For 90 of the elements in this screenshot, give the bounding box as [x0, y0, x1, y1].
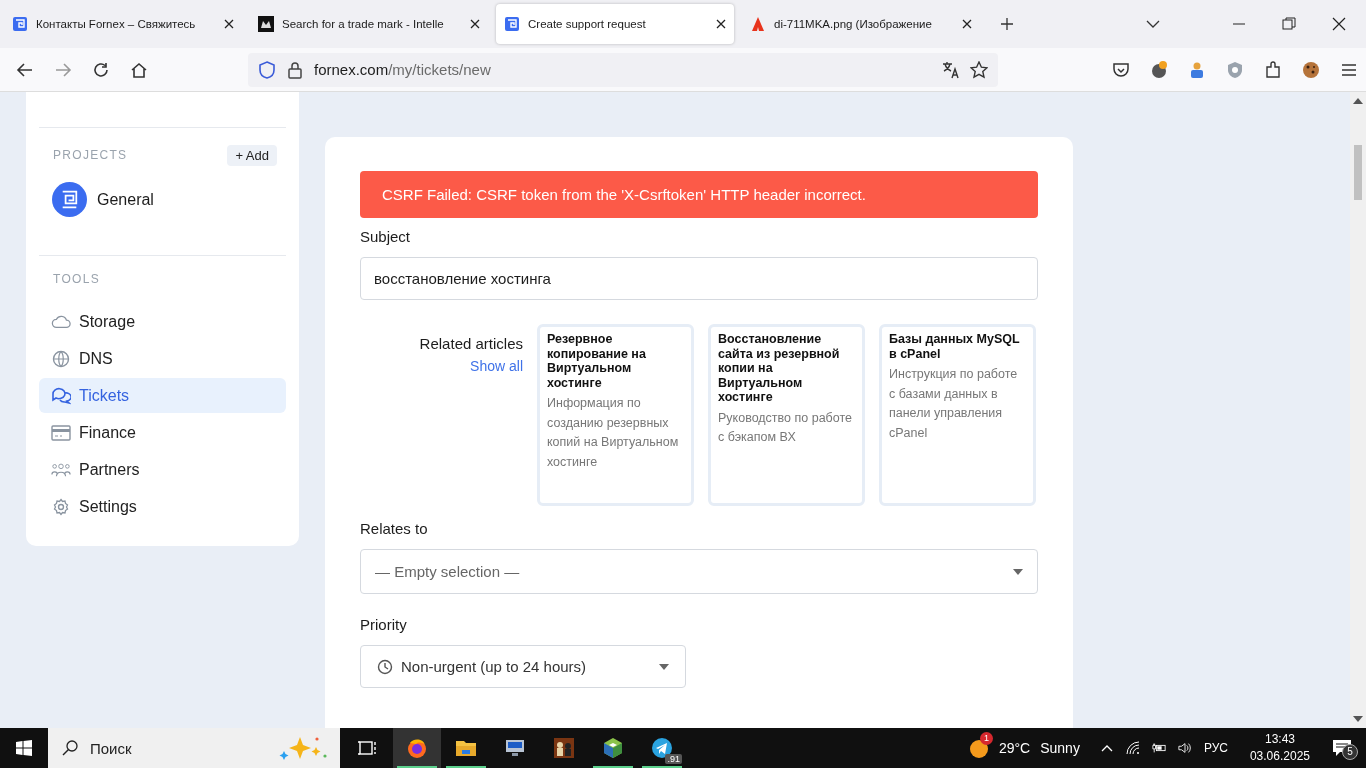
- new-tab-icon[interactable]: [1000, 17, 1014, 31]
- article-title: Базы данных MySQL в cPanel: [889, 332, 1021, 361]
- field-label: Subject: [360, 228, 412, 245]
- globe-icon: [51, 349, 71, 368]
- account-icon[interactable]: [1150, 60, 1168, 79]
- chess-pieces-icon: [553, 737, 575, 759]
- related-label: Related articles: [419, 335, 523, 352]
- scroll-up-icon[interactable]: [1353, 98, 1363, 104]
- browser-tab[interactable]: Create support request: [496, 4, 734, 44]
- article-title: Резервное копирование на Виртуальном хостинге: [547, 332, 647, 390]
- section-title: TOOLS: [52, 271, 101, 288]
- project-logo-icon: [52, 182, 87, 217]
- notification-badge: 1: [979, 732, 993, 745]
- credit-card-icon: [51, 423, 71, 442]
- document-icon: [750, 16, 766, 32]
- pocket-icon[interactable]: [1112, 60, 1130, 79]
- settings-icon: [51, 497, 71, 516]
- restore-icon[interactable]: [1282, 17, 1296, 31]
- home-icon[interactable]: [130, 60, 148, 79]
- monitor-icon: [504, 737, 526, 759]
- crest-icon: [258, 16, 274, 32]
- reload-icon[interactable]: [92, 60, 110, 79]
- sidebar-item[interactable]: Finance: [39, 415, 286, 450]
- taskbar-app[interactable]: [393, 728, 441, 768]
- back-arrow-icon[interactable]: [16, 60, 34, 79]
- browser-tab[interactable]: Search for a trade mark - Intelle: [250, 4, 488, 44]
- cube-icon: [602, 737, 624, 759]
- taskbar-search-field[interactable]: Поиск: [48, 728, 340, 768]
- caret-icon: [1013, 568, 1023, 575]
- scroll-down-icon[interactable]: [1353, 716, 1363, 722]
- search-icon: [62, 740, 78, 756]
- url-text: fornex.com/my/tickets/new: [314, 61, 491, 78]
- sidebar-item[interactable]: Partners: [39, 452, 286, 487]
- star-icon[interactable]: [970, 60, 988, 79]
- close-icon[interactable]: [716, 19, 726, 29]
- priority-dropdown[interactable]: Non-urgent (up to 24 hours): [360, 645, 686, 688]
- clock-time[interactable]: 13:43: [1264, 731, 1295, 748]
- forward-arrow-icon[interactable]: [54, 60, 72, 79]
- unread-badge: .91: [665, 754, 682, 764]
- extensions-icon[interactable]: [1264, 60, 1282, 79]
- project-item[interactable]: General: [39, 176, 286, 255]
- scroll-thumb[interactable]: [1354, 145, 1362, 200]
- browser-tab[interactable]: di-711MKA.png (Изображение: [742, 4, 980, 44]
- close-icon[interactable]: [962, 19, 972, 29]
- show-all-link[interactable]: Show all: [470, 358, 523, 374]
- sidebar-item[interactable]: DNS: [39, 341, 286, 376]
- error-alert: CSRF Failed: CSRF token from the 'X-Csrftoken' HTTP header incorrect.: [360, 171, 1038, 218]
- article-card[interactable]: Базы данных MySQL в cPanel Инструкция по работе с базами данных в панели управления cPanel: [879, 324, 1036, 506]
- field-label: Relates to: [360, 520, 429, 537]
- chat-bubbles-icon: [51, 386, 71, 405]
- fox-globe-icon: [406, 737, 428, 759]
- add-button[interactable]: + Add: [227, 144, 277, 166]
- windows-start-icon[interactable]: [16, 740, 32, 756]
- article-card[interactable]: Восстановление сайта из резервной копии на Виртуальном хостинге Руководство по работе с бэкапом ВХ: [708, 324, 865, 506]
- article-title: Восстановление сайта из резервной копии на Виртуальном хостинге: [718, 332, 841, 405]
- article-description: Информация по созданию резервных копий на Виртуальном хостинге: [547, 395, 680, 471]
- close-icon[interactable]: [1332, 17, 1346, 31]
- scrollbar[interactable]: [1350, 92, 1366, 728]
- article-description: Руководство по работе с бэкапом ВХ: [718, 409, 853, 446]
- clock-icon: [377, 658, 393, 675]
- field-label: Priority: [360, 616, 408, 633]
- caret-icon: [659, 663, 669, 670]
- wifi-icon[interactable]: [1125, 741, 1140, 755]
- clock-date[interactable]: 03.06.2025: [1249, 748, 1310, 765]
- relates-dropdown[interactable]: — Empty selection —: [360, 549, 1038, 594]
- shield-icon: [258, 60, 276, 79]
- cookie-icon[interactable]: [1302, 60, 1320, 79]
- speaker-icon[interactable]: [1177, 741, 1192, 755]
- language-indicator[interactable]: РУС: [1203, 741, 1228, 755]
- sidebar-item[interactable]: Settings: [39, 489, 286, 524]
- taskbar-app[interactable]: .91: [638, 728, 686, 768]
- section-title: PROJECTS: [53, 148, 128, 162]
- translate-icon[interactable]: [942, 60, 960, 79]
- battery-icon[interactable]: [1151, 741, 1166, 755]
- close-icon[interactable]: [224, 19, 234, 29]
- shield-extension-icon[interactable]: [1226, 60, 1244, 79]
- article-card[interactable]: Резервное копирование на Виртуальном хостинге Информация по созданию резервных копий на Виртуальном хостинге: [537, 324, 694, 506]
- lock-icon: [286, 60, 304, 79]
- article-description: Инструкция по работе с базами данных в панели управления cPanel: [889, 366, 1019, 442]
- subject-field[interactable]: восстановление хостинга: [360, 257, 1038, 300]
- extension-figure-icon[interactable]: [1188, 60, 1206, 79]
- address-bar[interactable]: fornex.com/my/tickets/new: [248, 52, 998, 87]
- site-logo-icon: [504, 16, 520, 32]
- close-icon[interactable]: [470, 19, 480, 29]
- sidebar-item[interactable]: Tickets: [39, 378, 286, 413]
- sidebar-item[interactable]: Storage: [39, 304, 286, 339]
- browser-tab[interactable]: Контакты Fornex – Свяжитесь: [4, 4, 242, 44]
- notification-count: 5: [1342, 744, 1358, 760]
- site-logo-icon: [12, 16, 28, 32]
- weather-widget[interactable]: 1 29°C Sunny: [968, 730, 1080, 766]
